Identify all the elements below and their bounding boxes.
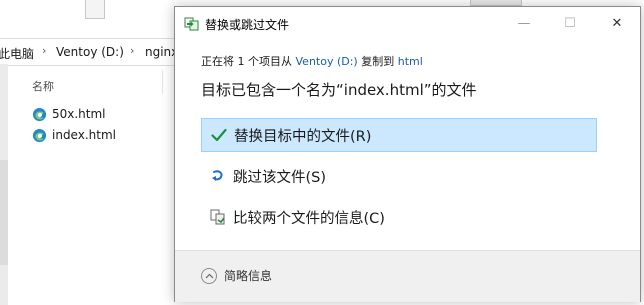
navigation-scrollbar[interactable]: [0, 160, 8, 265]
copy-status-text: 正在将 1 个项目从 Ventoy (D:) 复制到 html: [201, 53, 423, 69]
status-prefix: 正在将 1 个项目从: [201, 55, 296, 68]
skip-file-option[interactable]: 跳过该文件(S): [201, 160, 595, 192]
minimize-icon: —: [517, 15, 531, 31]
compare-files-option[interactable]: 比较两个文件的信息(C): [201, 201, 595, 233]
explorer-toolbar: [0, 0, 180, 34]
compare-files-icon: [209, 208, 227, 226]
source-link[interactable]: Ventoy (D:): [296, 55, 358, 68]
dialog-footer: 简略信息: [175, 250, 640, 302]
breadcrumb-drive[interactable]: Ventoy (D:): [56, 45, 124, 59]
checkmark-icon: [210, 126, 228, 144]
explorer-toolbar-button[interactable]: [85, 0, 105, 19]
replace-file-label: 替换目标中的文件(R): [234, 128, 372, 145]
chevron-up-icon: [201, 267, 217, 284]
destination-link[interactable]: html: [398, 55, 423, 68]
maximize-button[interactable]: ☐: [547, 7, 593, 39]
conflict-message: 目标已包含一个名为“index.html”的文件: [201, 81, 477, 99]
skip-file-label: 跳过该文件(S): [233, 169, 327, 186]
close-icon: ✕: [611, 15, 623, 31]
skip-arrow-icon: [209, 167, 227, 185]
maximize-icon: ☐: [564, 15, 576, 31]
chevron-right-icon: ›: [42, 44, 47, 57]
dialog-titlebar[interactable]: 替换或跳过文件 — ☐ ✕: [175, 7, 640, 39]
file-name: index.html: [52, 128, 116, 142]
replace-or-skip-dialog: 替换或跳过文件 — ☐ ✕ 正在将 1 个项目从 Ventoy (D:) 复制到…: [174, 6, 641, 302]
file-copy-icon: [184, 17, 199, 31]
fewer-details-button[interactable]: 简略信息: [201, 267, 272, 284]
replace-file-option[interactable]: 替换目标中的文件(R): [201, 118, 597, 152]
edge-icon: [32, 107, 47, 121]
status-middle: 复制到: [357, 55, 398, 68]
fewer-details-label: 简略信息: [224, 269, 273, 283]
column-divider[interactable]: [162, 70, 163, 94]
minimize-button[interactable]: —: [501, 7, 547, 39]
breadcrumb-this-pc[interactable]: 此电脑: [0, 45, 34, 62]
file-row[interactable]: 50x.html: [32, 105, 106, 123]
file-name: 50x.html: [52, 107, 106, 121]
edge-icon: [32, 128, 47, 142]
chevron-right-icon: ›: [130, 44, 135, 57]
address-bar[interactable]: 此电脑 › Ventoy (D:) › nginx: [0, 38, 180, 66]
close-button[interactable]: ✕: [594, 7, 640, 39]
file-row[interactable]: index.html: [32, 126, 116, 144]
dialog-title: 替换或跳过文件: [205, 18, 290, 32]
column-header-name[interactable]: 名称: [32, 78, 54, 94]
compare-files-label: 比较两个文件的信息(C): [233, 210, 385, 227]
